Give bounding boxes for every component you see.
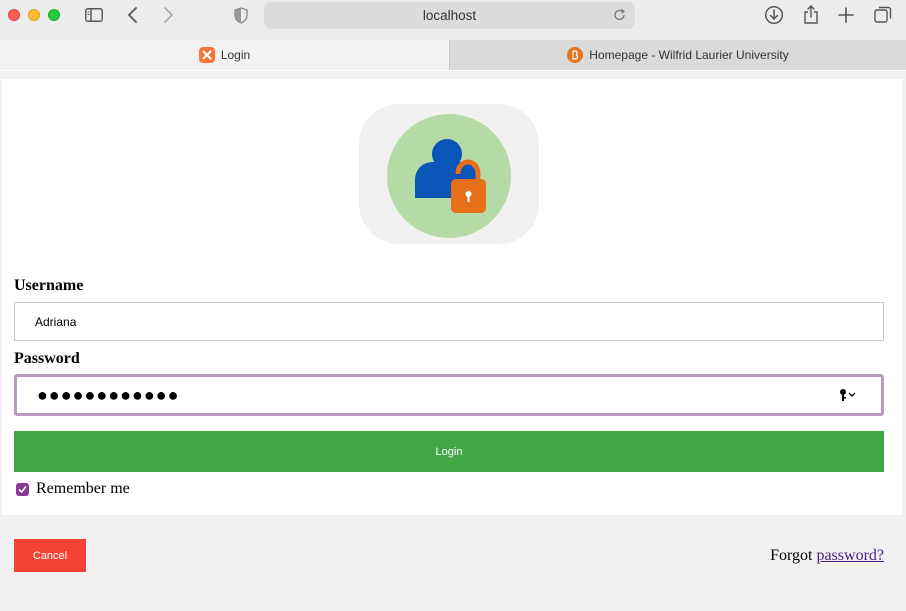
forgot-prefix: Forgot — [770, 547, 813, 564]
forgot-password-text: Forgot password? — [770, 547, 884, 565]
browser-toolbar: localhost — [0, 0, 906, 40]
close-window-button[interactable] — [8, 9, 20, 21]
forward-icon[interactable] — [157, 4, 179, 26]
username-label: Username — [14, 277, 84, 294]
tab-label: Login — [220, 48, 251, 62]
page-background: Username Adriana Password ●●●●●●●●●●●● L… — [0, 71, 906, 611]
back-icon[interactable] — [122, 4, 144, 26]
key-icon[interactable] — [839, 387, 859, 403]
download-icon[interactable] — [763, 4, 785, 26]
xampp-favicon-icon — [198, 47, 215, 63]
new-tab-icon[interactable] — [835, 4, 857, 26]
avatar-panel — [359, 104, 539, 244]
tab-login[interactable]: Login — [0, 40, 449, 70]
password-input[interactable]: ●●●●●●●●●●●● — [14, 374, 884, 416]
tabs-overview-icon[interactable] — [872, 4, 894, 26]
password-masked-value: ●●●●●●●●●●●● — [37, 384, 180, 405]
address-text: localhost — [422, 8, 477, 23]
forgot-password-link[interactable]: password? — [816, 547, 884, 564]
login-button[interactable]: Login — [14, 431, 884, 472]
username-value: Adriana — [35, 314, 77, 329]
login-form-container: Username Adriana Password ●●●●●●●●●●●● L… — [2, 79, 902, 515]
username-input[interactable]: Adriana — [14, 302, 884, 341]
address-bar[interactable]: localhost — [264, 2, 635, 29]
minimize-window-button[interactable] — [28, 9, 40, 21]
password-label: Password — [14, 350, 80, 367]
remember-me-option[interactable]: Remember me — [16, 480, 130, 498]
checkmark-icon — [18, 485, 27, 493]
tab-homepage[interactable]: Homepage - Wilfrid Laurier University — [449, 40, 906, 70]
tab-label: Homepage - Wilfrid Laurier University — [589, 48, 789, 62]
brightspace-favicon-icon — [567, 47, 584, 63]
shield-icon[interactable] — [230, 4, 252, 26]
user-lock-icon — [387, 114, 511, 238]
zoom-window-button[interactable] — [48, 9, 60, 21]
reload-icon[interactable] — [613, 8, 627, 22]
remember-me-label: Remember me — [36, 480, 130, 497]
cancel-button[interactable]: Cancel — [14, 539, 86, 572]
share-icon[interactable] — [800, 4, 822, 26]
remember-me-checkbox[interactable] — [16, 482, 29, 496]
sidebar-icon[interactable] — [83, 4, 105, 26]
tab-bar: Login Homepage - Wilfrid Laurier Univers… — [0, 40, 906, 70]
